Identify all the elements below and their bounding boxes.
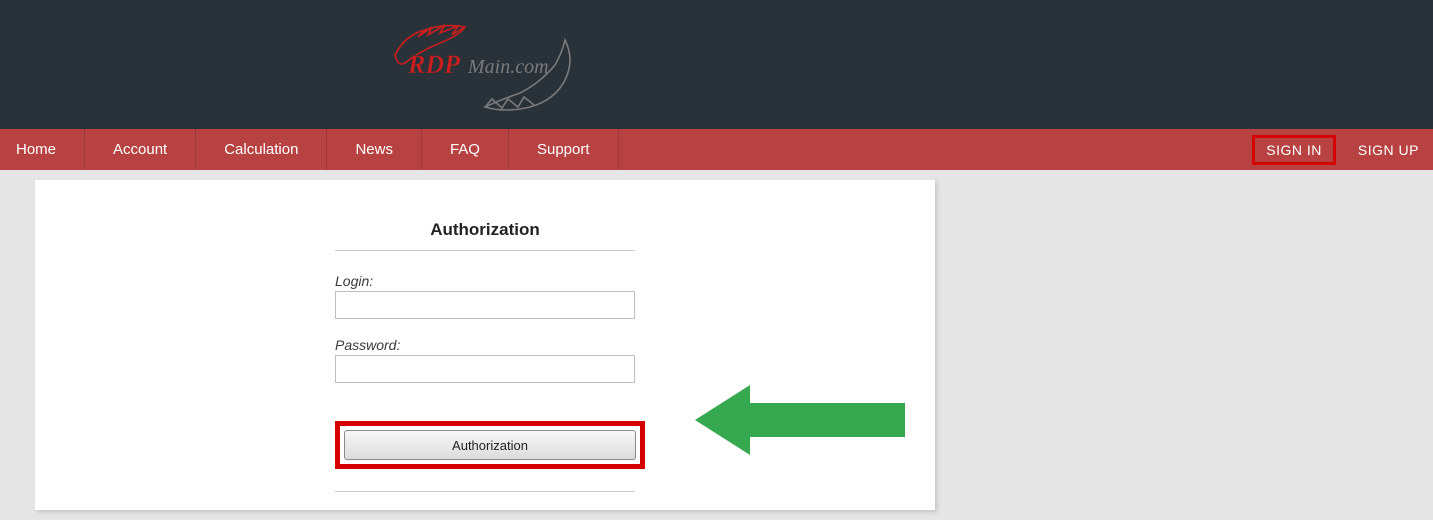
arrow-icon <box>695 385 905 460</box>
main-nav: Home Account Calculation News FAQ Suppor… <box>0 129 1433 170</box>
logo-prefix: RDP <box>407 50 461 79</box>
form-divider <box>335 491 635 492</box>
content-area: Authorization Login: Password: Authoriza… <box>0 170 1433 510</box>
nav-account[interactable]: Account <box>85 129 196 170</box>
sign-up-link[interactable]: SIGN UP <box>1344 136 1433 164</box>
site-header: RDP Main.com <box>0 0 1433 129</box>
nav-support[interactable]: Support <box>509 129 619 170</box>
password-label: Password: <box>335 337 635 353</box>
nav-home[interactable]: Home <box>0 129 85 170</box>
password-input[interactable] <box>335 355 635 383</box>
nav-left-group: Home Account Calculation News FAQ Suppor… <box>0 129 619 170</box>
site-logo[interactable]: RDP Main.com <box>390 15 590 115</box>
button-row: Authorization <box>335 421 635 469</box>
nav-news[interactable]: News <box>327 129 422 170</box>
sign-in-link[interactable]: SIGN IN <box>1252 135 1336 165</box>
nav-faq[interactable]: FAQ <box>422 129 509 170</box>
auth-form: Authorization Login: Password: Authoriza… <box>335 220 635 492</box>
auth-panel: Authorization Login: Password: Authoriza… <box>35 180 935 510</box>
logo-suffix: Main.com <box>467 56 549 78</box>
form-title: Authorization <box>335 220 635 251</box>
authorization-button[interactable]: Authorization <box>344 430 636 460</box>
nav-right-group: SIGN IN SIGN UP <box>1252 129 1433 170</box>
button-highlight-box: Authorization <box>335 421 645 469</box>
nav-calculation[interactable]: Calculation <box>196 129 327 170</box>
login-input[interactable] <box>335 291 635 319</box>
login-label: Login: <box>335 273 635 289</box>
